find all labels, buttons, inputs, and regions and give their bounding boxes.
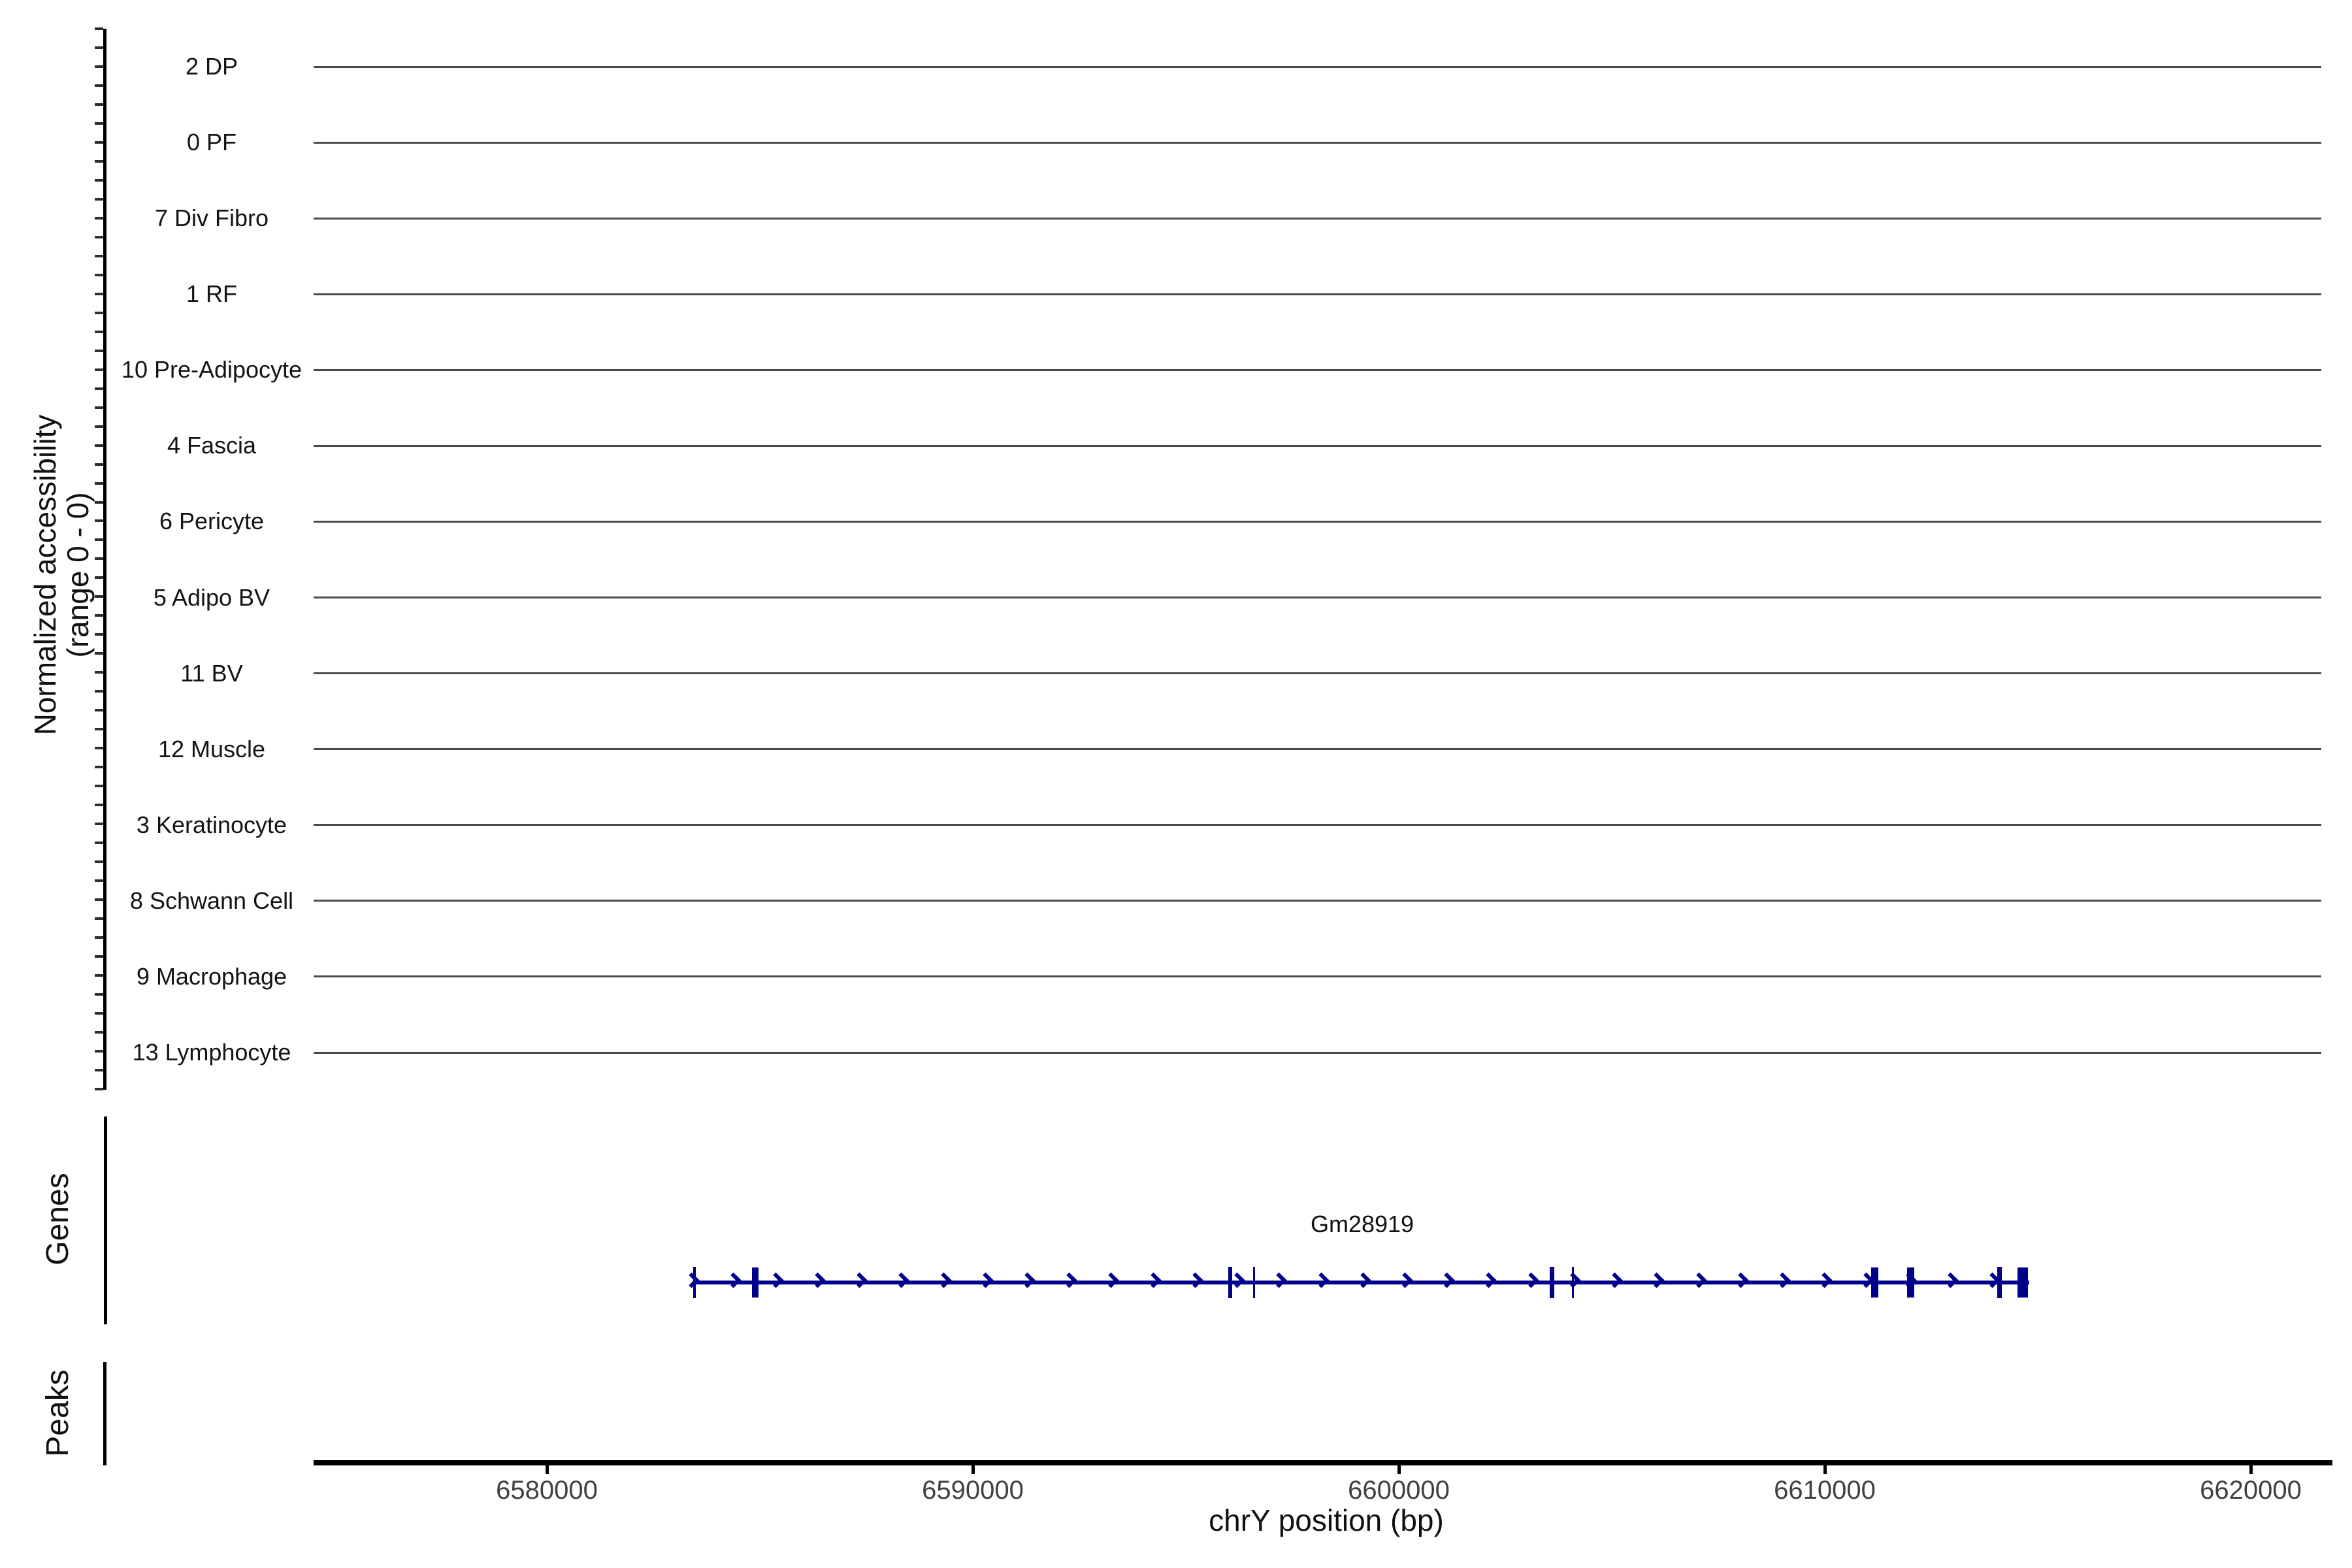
x-tick-label: 6620000: [2200, 1476, 2302, 1505]
x-axis-tick: [1823, 1465, 1827, 1474]
x-tick-label: 6610000: [1774, 1476, 1876, 1505]
x-axis-title: chrY position (bp): [1209, 1503, 1444, 1537]
x-tick-label: 6580000: [496, 1476, 598, 1505]
x-tick-label: 6590000: [922, 1476, 1024, 1505]
x-axis-tick: [971, 1465, 975, 1474]
x-axis-tick: [2249, 1465, 2253, 1474]
genome-browser-figure: Normalized accessibility (range 0 - 0) 2…: [0, 0, 2352, 1568]
x-tick-label: 6600000: [1348, 1476, 1450, 1505]
x-axis-line: [314, 1460, 2332, 1465]
x-axis-tick: [545, 1465, 549, 1474]
x-axis: 6580000 6590000 6600000 6610000 6620000: [0, 0, 2352, 1568]
x-axis-tick: [1397, 1465, 1401, 1474]
